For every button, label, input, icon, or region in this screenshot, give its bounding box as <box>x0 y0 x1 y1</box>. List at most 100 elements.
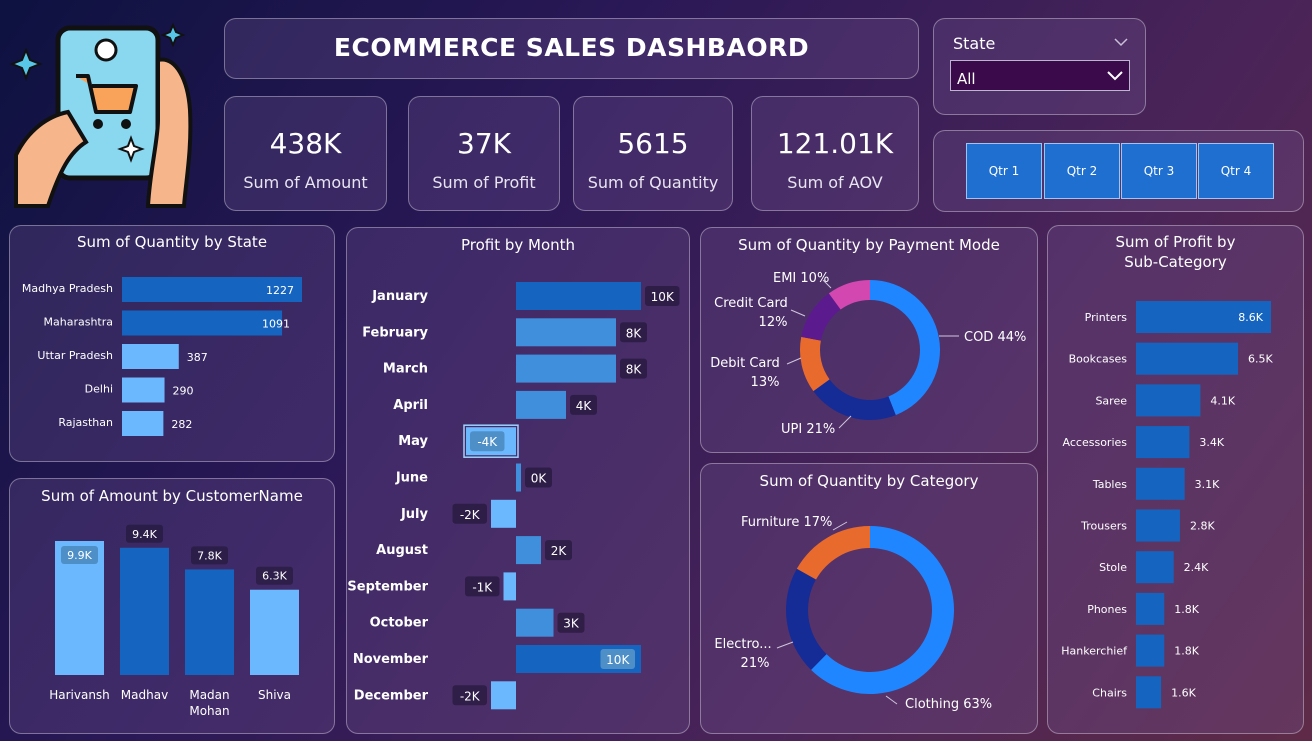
bar <box>516 318 616 347</box>
bar-category-label: Maharashtra <box>44 316 114 329</box>
quarter-slicer: Qtr 1 Qtr 2 Qtr 3 Qtr 4 <box>933 130 1304 212</box>
bar-category-label: Rajasthan <box>58 416 113 429</box>
bar-category-label: Mohan <box>189 704 229 718</box>
bar-category-label: January <box>371 289 428 304</box>
bar <box>1136 676 1162 709</box>
bar <box>1136 551 1174 584</box>
quarter-button-1[interactable]: Qtr 1 <box>966 143 1042 199</box>
leader-line <box>832 521 848 531</box>
leader-line <box>776 641 794 649</box>
bar <box>516 390 566 419</box>
slice-label: 21% <box>741 656 770 671</box>
slice-label: Electro... <box>714 637 771 652</box>
chart-panel-qty-by-payment: Sum of Quantity by Payment Mode COD 44% U… <box>700 227 1038 453</box>
bar-value-label: 3K <box>563 617 580 631</box>
bar-value-label: 9.9K <box>67 549 92 562</box>
bar-value-label: 290 <box>173 385 194 398</box>
quarter-button-4[interactable]: Qtr 4 <box>1198 143 1274 199</box>
bar <box>1136 342 1239 375</box>
leader-line <box>838 415 852 429</box>
bar <box>516 608 554 637</box>
page-title: ECOMMERCE SALES DASHBAORD <box>333 33 810 62</box>
bar-value-label: -1K <box>472 580 493 594</box>
qty-by-state-chart: Madhya Pradesh 1227 Maharashtra 1091 Uttar P… <box>22 277 302 436</box>
bar-category-label: Accessories <box>1063 436 1128 449</box>
bar-category-label: April <box>393 398 428 413</box>
state-select[interactable]: All <box>950 60 1130 91</box>
kpi-label: Sum of Quantity <box>587 173 719 192</box>
kpi-label: Sum of Profit <box>432 173 536 192</box>
bar <box>122 377 165 403</box>
bar-value-label: 1091 <box>262 318 290 331</box>
bar-value-label: 282 <box>171 418 192 431</box>
slice-label: 13% <box>751 375 780 390</box>
profit-by-month-chart: January 10K February 8K March 8K April 4K May -4K… <box>347 282 680 710</box>
state-filter-label: State <box>953 34 996 53</box>
state-filter-panel: State All <box>933 18 1146 115</box>
bar-value-label: 3.4K <box>1199 436 1224 449</box>
bar-category-label: Madhya Pradesh <box>22 282 113 295</box>
bar <box>1136 467 1185 500</box>
slice-label: Clothing 63% <box>905 697 992 712</box>
slice-label: Furniture 17% <box>741 515 832 530</box>
bar <box>516 536 541 565</box>
bar <box>1136 592 1165 625</box>
bar-value-label: 4K <box>576 399 593 413</box>
kpi-card-aov: 121.01K Sum of AOV <box>751 96 919 211</box>
bar-category-label: September <box>347 579 428 594</box>
bar-value-label: 10K <box>606 653 630 667</box>
bar-category-label: Printers <box>1085 311 1128 324</box>
kpi-label: Sum of AOV <box>787 173 883 192</box>
bar-value-label: 2.8K <box>1190 520 1215 533</box>
bar-category-label: July <box>400 507 429 522</box>
quarter-button-3[interactable]: Qtr 3 <box>1121 143 1197 199</box>
bar-category-label: Tables <box>1092 478 1127 491</box>
slice-label: Debit Card <box>710 356 780 371</box>
bar <box>185 569 234 675</box>
bar-category-label: October <box>370 616 429 631</box>
state-select-value: All <box>957 70 976 88</box>
bar-value-label: 1.6K <box>1171 686 1196 699</box>
amount-by-customer-chart: 9.9K Harivansh 9.4K Madhav 7.8K Madan Mohan 6.3… <box>49 524 299 718</box>
bar-value-label: 7.8K <box>197 549 222 562</box>
bar-value-label: 2.4K <box>1184 561 1209 574</box>
chart-panel-profit-by-subcategory: Sum of Profit by Sub-Category Printers 8.… <box>1047 225 1304 734</box>
bar <box>122 310 283 336</box>
kpi-value: 37K <box>457 127 511 160</box>
leader-line <box>786 357 802 365</box>
bar-category-label: Stole <box>1099 561 1127 574</box>
bar-category-label: Delhi <box>85 383 113 396</box>
bar <box>491 681 516 710</box>
kpi-label: Sum of Amount <box>243 173 368 192</box>
quarter-button-2[interactable]: Qtr 2 <box>1044 143 1120 199</box>
bar-value-label: 1.8K <box>1174 645 1199 658</box>
leader-line <box>790 309 806 317</box>
slice-label: EMI 10% <box>773 271 829 286</box>
slice-label: UPI 21% <box>781 422 835 437</box>
bar-value-label: 6.3K <box>262 570 287 583</box>
kpi-card-amount: 438K Sum of Amount <box>224 96 387 211</box>
chevron-down-icon[interactable] <box>1114 37 1128 47</box>
bar-value-label: 10K <box>651 290 675 304</box>
bar-value-label: 8.6K <box>1238 311 1263 324</box>
donut-slice <box>870 280 940 416</box>
dashboard-title-panel: ECOMMERCE SALES DASHBAORD <box>224 18 919 79</box>
bar-value-label: 1227 <box>266 284 294 297</box>
donut-slice <box>786 568 827 670</box>
donut-slice <box>813 379 896 420</box>
bar <box>122 344 179 369</box>
kpi-card-profit: 37K Sum of Profit <box>408 96 560 211</box>
bar-value-label: 8K <box>626 363 643 377</box>
bar-category-label: February <box>362 325 428 340</box>
bar-category-label: Chairs <box>1092 686 1127 699</box>
donut-slice <box>796 526 870 580</box>
bar-value-label: 8K <box>626 326 643 340</box>
bar <box>120 547 169 675</box>
bar <box>1136 426 1190 459</box>
bar-value-label: -2K <box>460 508 481 522</box>
bar-category-label: Madan <box>189 688 229 702</box>
bar-value-label: -2K <box>460 689 481 703</box>
bar <box>516 354 616 383</box>
slice-label: Credit Card <box>714 296 788 311</box>
bar-value-label: -4K <box>477 435 498 449</box>
